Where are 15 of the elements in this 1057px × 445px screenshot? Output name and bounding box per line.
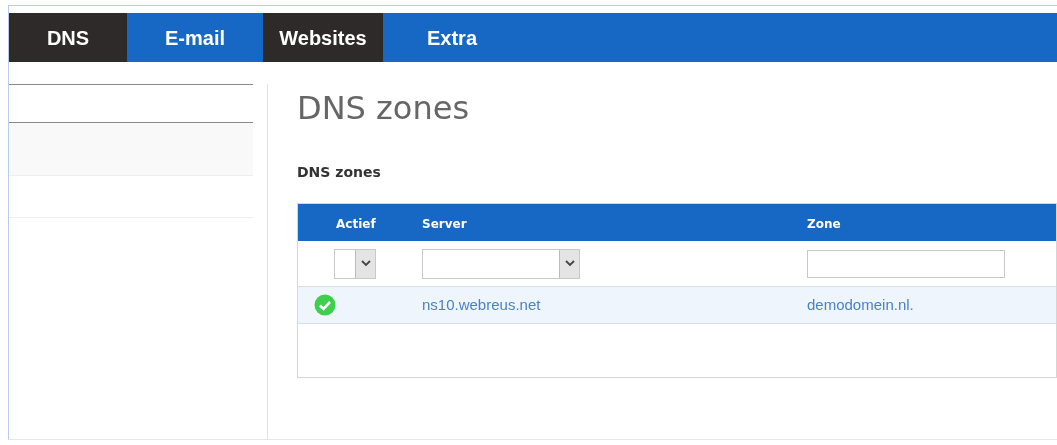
column-header[interactable]: Zone [807, 216, 841, 231]
section-title: DNS zones [297, 163, 382, 182]
zone-link[interactable]: demodomein.nl. [807, 296, 914, 313]
server-link[interactable]: ns10.webreus.net [422, 296, 541, 313]
chevron-down-icon [559, 249, 579, 278]
column-header[interactable]: Server [422, 216, 467, 231]
page-title: DNS zones [297, 88, 471, 129]
nav-tab[interactable]: DNS [9, 13, 127, 62]
zone-filter-field[interactable] [807, 249, 1005, 278]
chevron-down-icon [355, 249, 375, 278]
table-row[interactable]: ns10.webreus.net demodomein.nl. [298, 287, 1056, 324]
nav-tab[interactable]: Websites [263, 13, 383, 62]
column-header[interactable]: Actief [336, 216, 376, 231]
filter-dropdown[interactable] [334, 248, 376, 279]
filter-dropdown[interactable] [422, 248, 580, 279]
